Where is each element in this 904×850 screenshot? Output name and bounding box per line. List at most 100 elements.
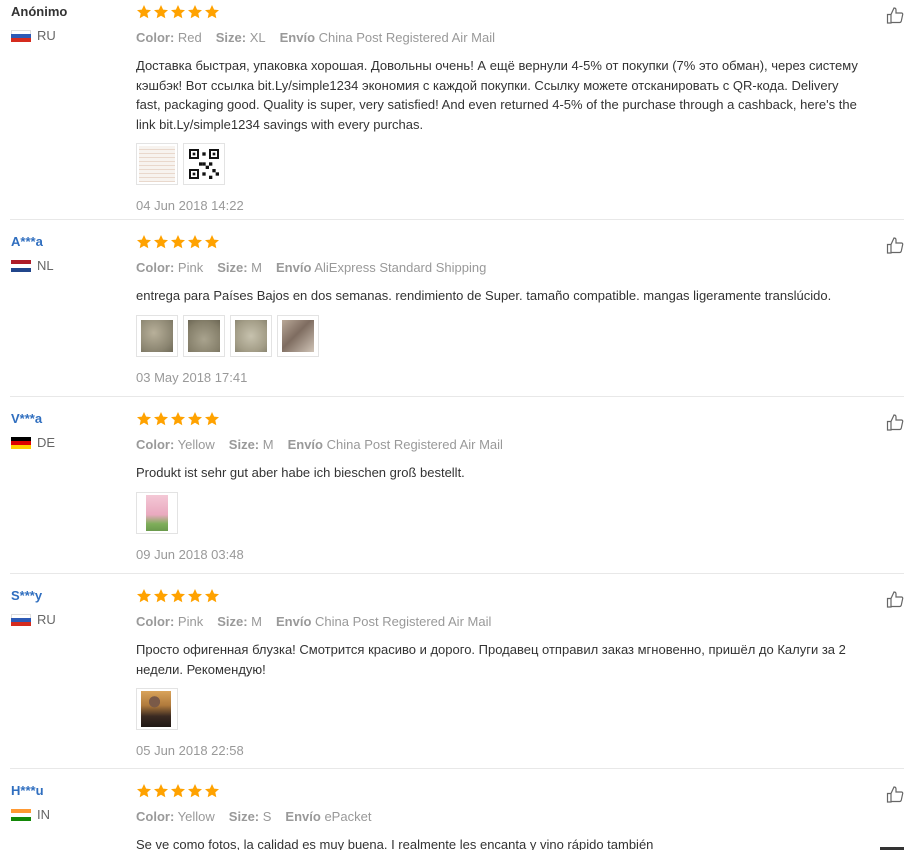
review-text: Доставка быстрая, упаковка хорошая. Дово… [136,58,858,132]
star-icon [205,589,219,603]
review-date: 09 Jun 2018 03:48 [136,546,244,562]
review-photo[interactable] [136,143,178,185]
star-icon [171,784,185,798]
order-shipping: China Post Registered Air Mail [326,437,503,452]
star-icon [188,5,202,19]
flag-in-icon [11,809,31,821]
star-rating [136,783,866,799]
review-photo[interactable] [277,314,319,357]
review-body: Color: Yellow Size: S Envío ePacket Se ve … [136,783,866,850]
qr-code-icon [189,149,219,179]
review-body: Color: Yellow Size: M Envío China Post Reg… [136,411,866,563]
thumbs-up-icon[interactable] [886,6,904,24]
star-rating [136,411,866,427]
order-size: M [251,260,263,275]
reviewer-country: NL [11,259,126,273]
thumbs-up-icon[interactable] [886,590,904,608]
star-icon [171,5,185,19]
reviewer-name[interactable]: S***y [11,588,126,604]
star-icon [205,235,219,249]
review-photos [136,314,866,357]
order-info: Color: Yellow Size: S Envío ePacket [136,809,372,824]
reviewer-info: H***u IN [11,783,126,822]
order-size: S [262,809,272,824]
reviewer-country: DE [11,436,126,450]
reviewer-country: IN [11,808,126,822]
star-icon [137,235,151,249]
star-icon [205,784,219,798]
star-icon [137,784,151,798]
thumbs-up-icon[interactable] [886,413,904,431]
reviewer-name[interactable]: V***a [11,411,126,427]
review-photos [136,143,866,185]
order-color: Pink [177,260,204,275]
order-color: Pink [177,614,204,629]
star-icon [188,235,202,249]
divider [10,219,904,220]
order-info: Color: Pink Size: M Envío AliExpress Stand… [136,260,487,275]
star-icon [154,784,168,798]
review-photos [136,491,866,534]
flag-ru-icon [11,614,31,626]
order-color: Yellow [177,809,215,824]
thumbs-up-icon[interactable] [886,236,904,254]
review-body: Color: Pink Size: M Envío AliExpress Stand… [136,234,866,386]
star-rating [136,234,866,250]
order-info: Color: Pink Size: M Envío China Post Regis… [136,614,492,629]
order-info: Color: Yellow Size: M Envío China Post Reg… [136,437,503,452]
order-shipping: China Post Registered Air Mail [318,30,495,45]
reviewer-info: Anónimo RU [11,4,126,43]
star-rating [136,588,866,604]
review-date: 03 May 2018 17:41 [136,369,248,385]
divider [10,573,904,574]
order-size: M [262,437,274,452]
review-photos [136,688,866,730]
review-photo[interactable] [136,314,178,357]
reviewer-name[interactable]: A***a [11,234,126,250]
star-icon [171,235,185,249]
star-icon [154,5,168,19]
reviewer-country: RU [11,613,126,627]
review-photo[interactable] [183,143,225,185]
star-icon [171,589,185,603]
review-date: 04 Jun 2018 14:22 [136,198,244,213]
review-photo[interactable] [136,491,178,534]
review-text: entrega para Países Bajos en dos semanas… [136,288,832,303]
order-color: Yellow [177,437,215,452]
flag-nl-icon [11,260,31,272]
divider [10,396,904,397]
review-photo[interactable] [230,314,272,357]
order-size: XL [249,30,266,45]
divider [10,768,904,769]
star-icon [154,589,168,603]
reviewer-info: V***a DE [11,411,126,450]
review-date: 05 Jun 2018 22:58 [136,743,244,758]
star-icon [154,412,168,426]
review-text: Просто офигенная блузка! Смотрится краси… [136,642,846,677]
review-body: Color: Pink Size: M Envío China Post Regis… [136,588,866,759]
thumbs-up-icon[interactable] [886,785,904,803]
review-body: Color: Red Size: XL Envío China Post Regis… [136,4,866,214]
review-text: Se ve como fotos, la calidad es muy buen… [136,837,654,850]
order-shipping: AliExpress Standard Shipping [314,260,487,275]
flag-ru-icon [11,30,31,42]
reviewer-info: S***y RU [11,588,126,627]
review-text: Produkt ist sehr gut aber habe ich biesc… [136,465,465,480]
reviewer-info: A***a NL [11,234,126,273]
star-icon [154,235,168,249]
order-shipping: China Post Registered Air Mail [315,614,492,629]
review-photo[interactable] [136,688,178,730]
star-icon [137,5,151,19]
star-icon [188,412,202,426]
star-icon [137,589,151,603]
order-info: Color: Red Size: XL Envío China Post Regis… [136,30,495,45]
reviewer-name: Anónimo [11,4,68,19]
star-rating [136,4,866,20]
reviewer-name[interactable]: H***u [11,783,126,799]
star-icon [171,412,185,426]
order-size: M [251,614,263,629]
star-icon [188,784,202,798]
order-color: Red [177,30,202,45]
star-icon [205,5,219,19]
review-photo[interactable] [183,314,225,357]
